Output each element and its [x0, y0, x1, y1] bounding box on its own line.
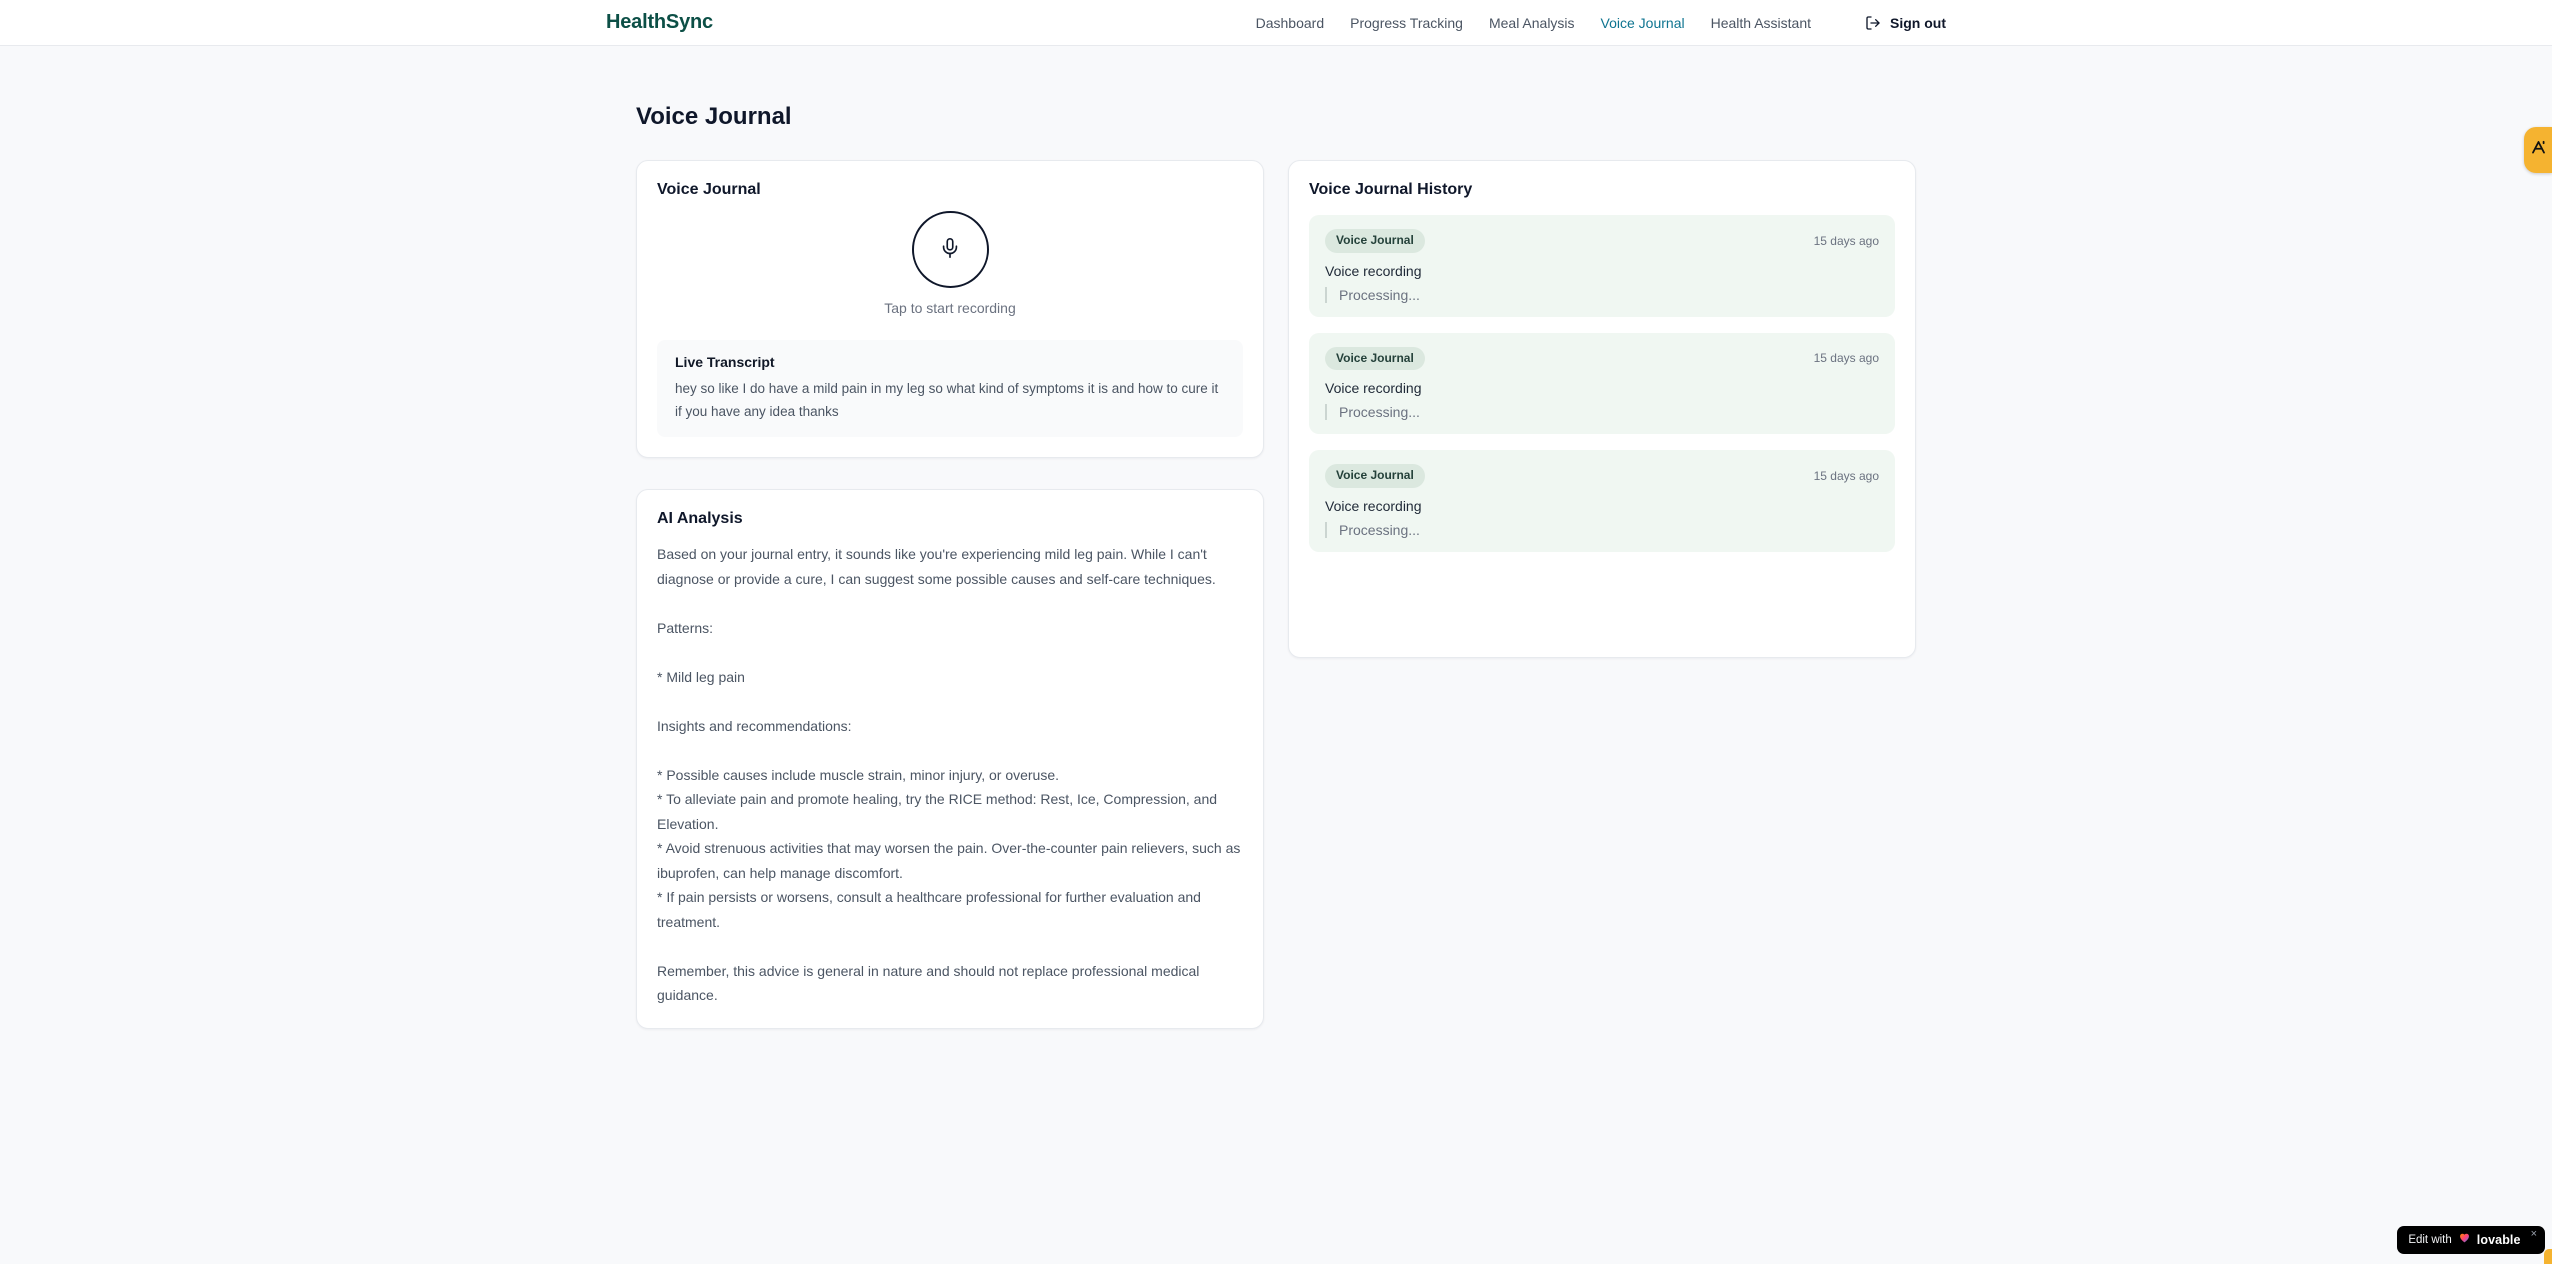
entry-timestamp: 15 days ago — [1813, 233, 1879, 248]
nav-item-health-assistant[interactable]: Health Assistant — [1711, 15, 1811, 31]
live-transcript-text: hey so like I do have a mild pain in my … — [675, 381, 1219, 419]
history-entry: Voice Journal 15 days ago Voice recordin… — [1309, 450, 1895, 552]
entry-type-badge: Voice Journal — [1325, 346, 1425, 371]
entry-type-badge: Voice Journal — [1325, 464, 1425, 488]
entry-status: Processing... — [1325, 286, 1879, 303]
voice-recorder-card: Voice Journal Tap to start recording Liv… — [636, 160, 1264, 459]
record-button[interactable] — [911, 211, 989, 288]
sign-out-button[interactable]: Sign out — [1865, 15, 1946, 31]
recorder-card-title: Voice Journal — [657, 181, 761, 198]
log-out-icon — [1865, 15, 1881, 31]
nav-item-progress-tracking[interactable]: Progress Tracking — [1350, 15, 1463, 31]
history-entry: Voice Journal 15 days ago Voice recordin… — [1309, 215, 1895, 317]
entry-title: Voice recording — [1325, 497, 1422, 514]
ai-analysis-card: AI Analysis Based on your journal entry,… — [636, 489, 1264, 1029]
app-logo[interactable]: HealthSync — [606, 11, 713, 34]
top-navigation-bar: HealthSync Dashboard Progress Tracking M… — [0, 0, 2552, 46]
right-column: Voice Journal History Voice Journal 15 d… — [1288, 160, 1916, 658]
nav-item-dashboard[interactable]: Dashboard — [1256, 15, 1325, 31]
history-list: Voice Journal 15 days ago Voice recordin… — [1309, 215, 1895, 552]
entry-title: Voice recording — [1325, 380, 1422, 397]
corner-extension-badge[interactable] — [2544, 1249, 2552, 1264]
voice-journal-history-card: Voice Journal History Voice Journal 15 d… — [1288, 160, 1916, 658]
microphone-icon — [939, 237, 961, 262]
entry-timestamp: 15 days ago — [1813, 468, 1879, 483]
entry-status: Processing... — [1325, 521, 1879, 538]
nav-item-voice-journal[interactable]: Voice Journal — [1601, 15, 1685, 31]
entry-status: Processing... — [1325, 404, 1879, 421]
lovable-edit-badge[interactable]: Edit with lovable × — [2397, 1226, 2545, 1254]
lovable-close-icon[interactable]: × — [2531, 1229, 2537, 1240]
ai-analysis-text: Based on your journal entry, it sounds l… — [657, 546, 1241, 1004]
browser-extension-button[interactable] — [2524, 127, 2552, 173]
history-entry: Voice Journal 15 days ago Voice recordin… — [1309, 332, 1895, 435]
ai-analysis-title: AI Analysis — [657, 510, 743, 528]
nav-item-meal-analysis[interactable]: Meal Analysis — [1489, 15, 1575, 31]
entry-title: Voice recording — [1325, 262, 1422, 279]
extension-logo-icon — [2530, 139, 2547, 161]
live-transcript-title: Live Transcript — [675, 354, 775, 370]
main-nav: Dashboard Progress Tracking Meal Analysi… — [1256, 15, 1946, 31]
lovable-brand-label: lovable — [2476, 1233, 2521, 1247]
tap-to-record-hint: Tap to start recording — [884, 300, 1016, 316]
entry-timestamp: 15 days ago — [1813, 351, 1879, 366]
main-content: Voice Journal Voice Journal Tap to start… — [636, 46, 1916, 1029]
page-title: Voice Journal — [636, 103, 792, 130]
lovable-prefix-label: Edit with — [2408, 1234, 2452, 1246]
live-transcript-box: Live Transcript hey so like I do have a … — [657, 340, 1243, 438]
entry-type-badge: Voice Journal — [1325, 229, 1425, 253]
sign-out-label: Sign out — [1890, 14, 1946, 31]
left-column: Voice Journal Tap to start recording Liv… — [636, 160, 1264, 1029]
history-card-title: Voice Journal History — [1309, 181, 1473, 198]
lovable-heart-icon — [2458, 1231, 2471, 1249]
